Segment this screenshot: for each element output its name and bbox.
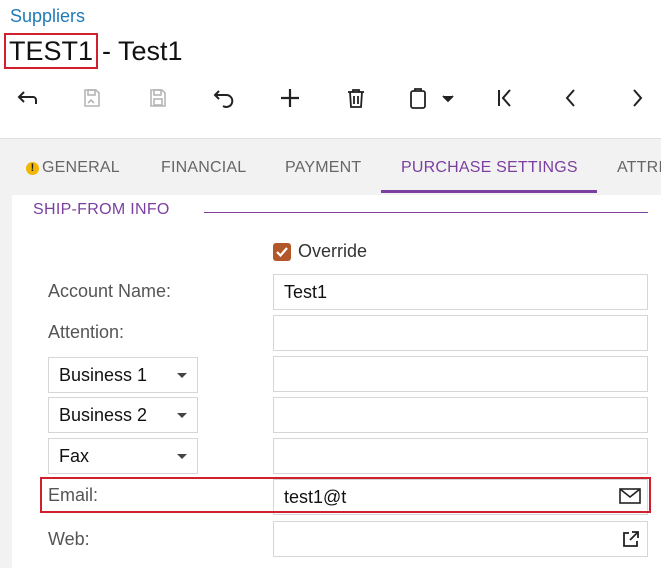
breadcrumb[interactable]: Suppliers — [10, 6, 85, 27]
fax-type-select[interactable]: Fax — [48, 438, 198, 474]
tab-bar: ! GENERAL FINANCIAL PAYMENT PURCHASE SETT… — [0, 139, 661, 195]
record-key: TEST1 — [4, 33, 99, 69]
attention-field[interactable] — [273, 315, 648, 351]
next-record-icon[interactable] — [620, 80, 654, 116]
tab-general[interactable]: ! GENERAL — [26, 159, 120, 177]
override-row: Override — [273, 241, 367, 262]
add-icon[interactable] — [273, 80, 307, 116]
fax-field[interactable] — [273, 438, 648, 474]
save-and-close-icon[interactable] — [75, 80, 109, 116]
override-label: Override — [298, 241, 368, 261]
page-title: TEST1 - Test1 — [4, 32, 183, 70]
tab-attributes[interactable]: ATTRI — [617, 159, 661, 177]
active-tab-indicator — [381, 190, 597, 193]
chevron-down-icon — [177, 454, 187, 459]
chevron-down-icon — [177, 373, 187, 378]
back-icon[interactable] — [10, 80, 44, 116]
override-checkbox[interactable] — [273, 242, 291, 261]
save-icon[interactable] — [141, 80, 175, 116]
web-field[interactable] — [273, 521, 648, 557]
warning-icon: ! — [26, 162, 39, 175]
toolbar — [0, 80, 661, 116]
account-name-field[interactable]: Test1 — [273, 274, 648, 310]
email-highlight-box — [40, 477, 651, 513]
attention-label: Attention: — [48, 322, 125, 342]
phone2-type-select[interactable]: Business 2 — [48, 397, 198, 433]
section-divider — [204, 212, 648, 213]
undo-icon[interactable] — [207, 80, 241, 116]
web-label: Web: — [48, 529, 90, 549]
first-record-icon[interactable] — [488, 80, 522, 116]
phone1-type-select[interactable]: Business 1 — [48, 357, 198, 393]
copy-paste-icon[interactable] — [405, 80, 461, 116]
chevron-down-icon — [177, 413, 187, 418]
account-name-label: Account Name: — [48, 281, 172, 301]
external-link-icon[interactable] — [621, 529, 641, 554]
record-description: - Test1 — [102, 35, 183, 66]
phone1-field[interactable] — [273, 356, 648, 392]
tab-purchase-settings[interactable]: PURCHASE SETTINGS — [401, 159, 578, 177]
section-title: SHIP-FROM INFO — [33, 201, 170, 218]
previous-record-icon[interactable] — [554, 80, 588, 116]
tab-financial[interactable]: FINANCIAL — [161, 159, 246, 177]
tab-payment[interactable]: PAYMENT — [285, 159, 361, 177]
phone2-field[interactable] — [273, 397, 648, 433]
delete-icon[interactable] — [339, 80, 373, 116]
